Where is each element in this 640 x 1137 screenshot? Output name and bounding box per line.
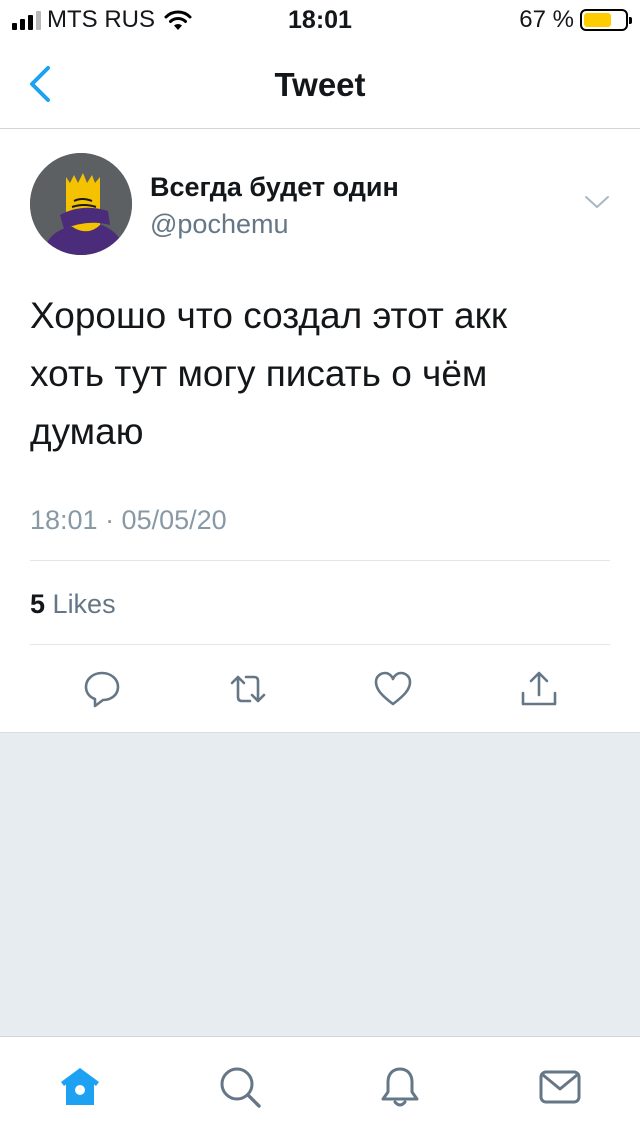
home-icon[interactable] xyxy=(58,1065,102,1109)
author-handle[interactable]: @pochemu xyxy=(150,209,288,240)
avatar[interactable] xyxy=(30,153,132,255)
battery-percent: 67 % xyxy=(519,6,574,33)
avatar-image xyxy=(30,153,132,255)
likes-label: Likes xyxy=(52,589,116,619)
status-right: 67 % xyxy=(519,6,632,34)
notifications-icon[interactable] xyxy=(378,1065,422,1109)
status-bar: MTS RUS 18:01 67 % xyxy=(0,0,640,40)
tab-bar xyxy=(0,1036,640,1137)
retweet-icon[interactable] xyxy=(228,669,268,709)
tweet-actions xyxy=(0,659,640,719)
battery-level xyxy=(584,13,611,27)
tweet-text: Хорошо что создал этот акк хоть тут могу… xyxy=(30,295,508,452)
nav-bar: Tweet xyxy=(0,40,640,129)
battery-icon xyxy=(580,9,632,31)
messages-icon[interactable] xyxy=(538,1065,582,1109)
author-name[interactable]: Всегда будет один xyxy=(150,172,399,203)
share-icon[interactable] xyxy=(519,669,559,709)
reply-icon[interactable] xyxy=(82,669,122,709)
search-icon[interactable] xyxy=(218,1065,262,1109)
likes-count[interactable]: 5 Likes xyxy=(30,589,116,620)
tweet-detail: Всегда будет один @pochemu Хорошо что со… xyxy=(0,129,640,733)
divider xyxy=(30,644,610,645)
likes-number: 5 xyxy=(30,589,46,619)
like-icon[interactable] xyxy=(373,669,413,709)
divider xyxy=(30,560,610,561)
tweet-timestamp: 18:01 · 05/05/20 xyxy=(30,505,227,535)
chevron-down-icon[interactable] xyxy=(584,194,610,210)
page-title: Tweet xyxy=(274,66,366,103)
